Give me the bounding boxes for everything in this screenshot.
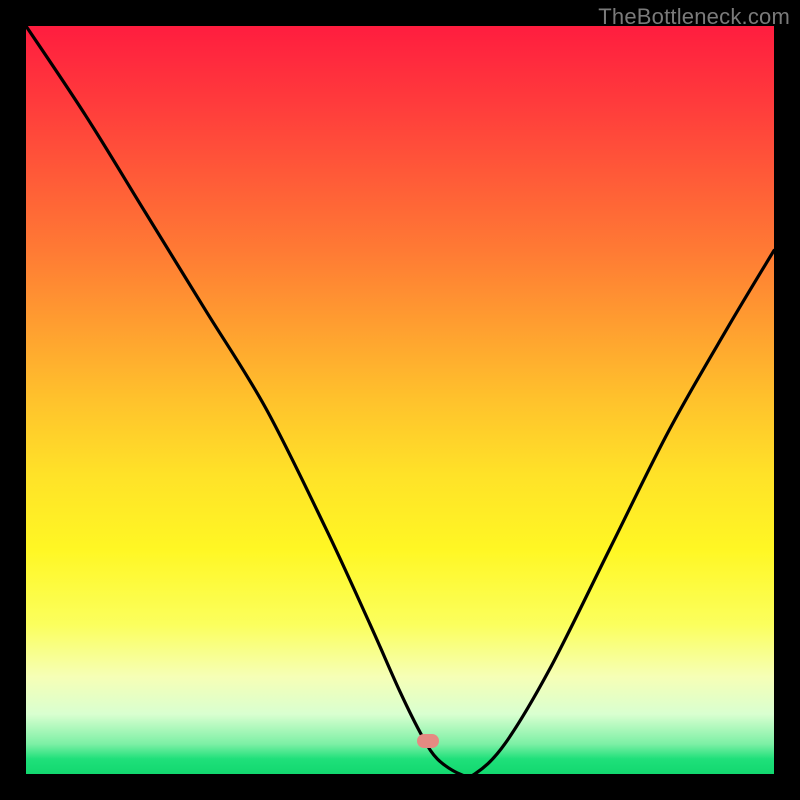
chart-frame: TheBottleneck.com (0, 0, 800, 800)
plot-area (26, 26, 774, 774)
optimal-point-marker (417, 734, 439, 748)
bottleneck-curve (26, 26, 774, 774)
watermark-text: TheBottleneck.com (598, 4, 790, 30)
